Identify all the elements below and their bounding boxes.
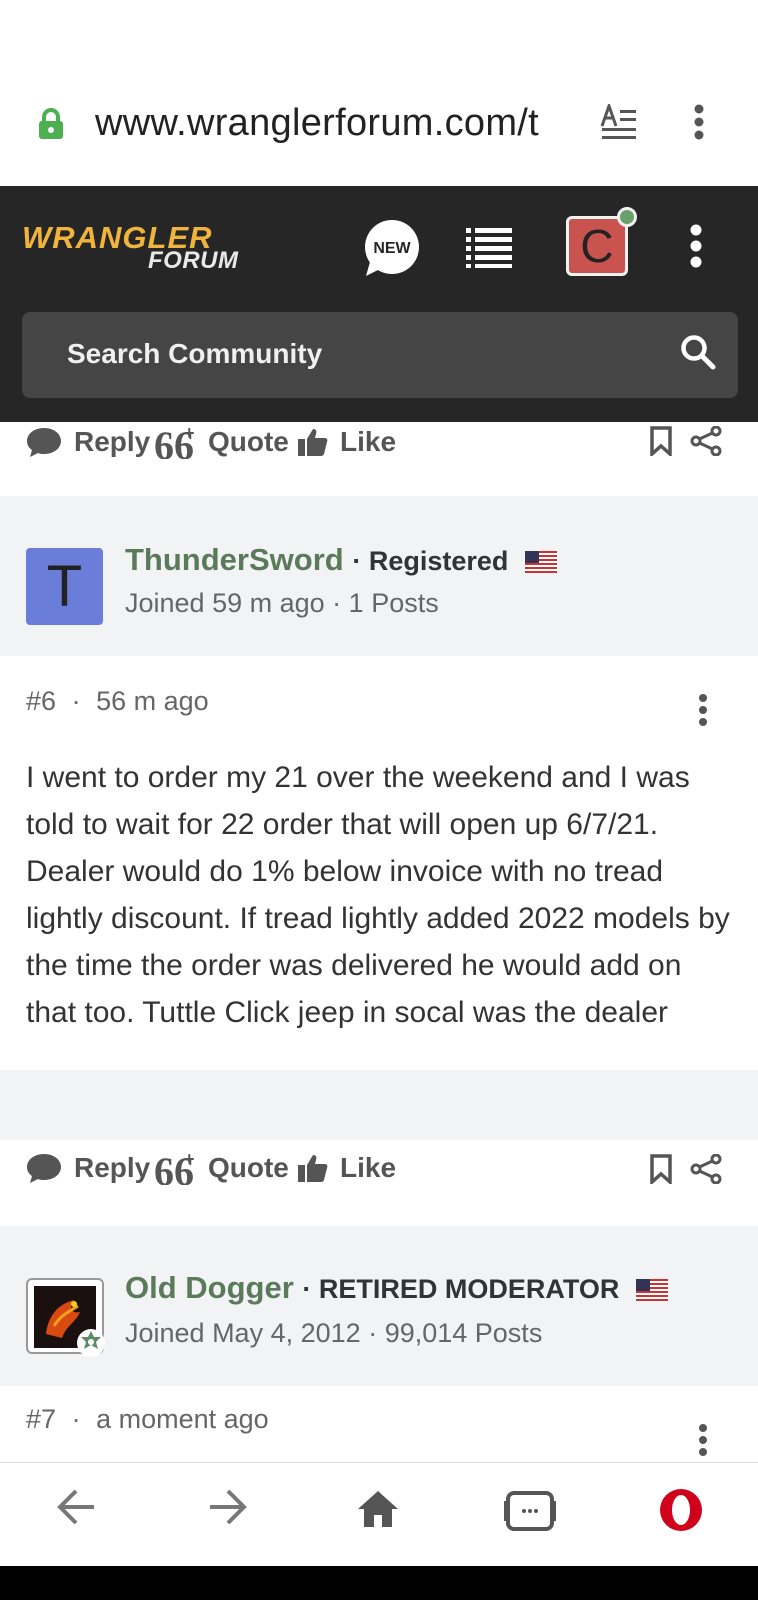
author-joined: Joined May 4, 2012 [125,1318,361,1348]
author-avatar[interactable] [26,1278,105,1357]
avatar-letter: C [580,220,614,272]
comment-icon [27,1154,61,1183]
post-time: 56 m ago [96,686,209,716]
post-meta: #7 · a moment ago [26,1404,269,1435]
comment-icon [27,428,61,457]
reader-mode-icon[interactable] [600,104,638,140]
reply-label: Reply [74,426,151,457]
header-menu-icon[interactable] [690,224,702,268]
like-label: Like [340,1152,397,1183]
post-menu-icon[interactable] [698,1424,708,1456]
post-card: #7 · a moment ago [0,1386,758,1462]
like-button[interactable]: Like [298,424,396,460]
thumbs-up-icon [298,1155,328,1182]
separator: · [71,686,81,716]
bookmark-icon[interactable] [650,426,672,456]
back-arrow-icon[interactable] [56,1489,96,1525]
author-avatar-letter: T [46,554,83,619]
post-actions: Reply 66 + Quote Like [0,1140,758,1226]
online-status-dot [617,207,637,227]
separator: · [332,588,342,618]
separator: · [71,1404,81,1434]
reply-label: Reply [74,1152,151,1183]
post-number[interactable]: #6 [26,686,56,716]
post-actions-prev: Reply 66 + Quote Like [0,422,758,496]
tabs-icon[interactable] [504,1489,556,1533]
post-meta: #6 · 56 m ago [26,686,209,717]
author-name[interactable]: Old Dogger [125,1270,294,1305]
post-number[interactable]: #7 [26,1404,56,1434]
lock-icon [39,108,63,139]
post-time: a moment ago [96,1404,269,1434]
new-posts-button[interactable]: NEW [364,220,420,276]
author-name-row: Old Dogger · RETIRED MODERATOR [125,1270,669,1306]
author-meta: Joined May 4, 2012 · 99,014 Posts [125,1318,542,1349]
search-icon[interactable] [680,334,716,370]
new-badge-label: NEW [373,240,411,257]
moderator-badge-icon [77,1329,105,1357]
author-role: Registered [368,546,509,576]
home-icon[interactable] [356,1489,400,1529]
search-placeholder: Search Community [67,338,323,369]
post-body: I went to order my 21 over the weekend a… [26,761,730,1029]
author-joined: Joined 59 m ago [125,588,325,618]
post-author-strip: Old Dogger · RETIRED MODERATOR Joined Ma… [0,1232,758,1384]
bookmark-icon[interactable] [650,1154,672,1184]
quote-icon: 66+ [154,425,195,459]
quote-label: Quote [208,426,289,457]
quote-label: Quote [208,1152,289,1183]
user-avatar-button[interactable]: C [566,207,637,276]
browser-url-bar[interactable]: www.wranglerforum.com/t [0,0,758,186]
separator: · [368,1318,378,1348]
author-post-count: 99,014 Posts [384,1318,543,1348]
post-card: #6 · 56 m ago I went to order my 21 over… [0,656,758,1070]
quote-button[interactable]: 66 + Quote [154,424,289,460]
like-label: Like [340,426,397,457]
logo-line2: FORUM [148,247,239,274]
quote-button[interactable]: 66 + Quote [154,1150,289,1186]
speech-bubble-icon: NEW [365,220,419,276]
svg-text:+: + [184,425,195,443]
us-flag-icon [636,1278,669,1301]
post-menu-icon[interactable] [698,694,708,726]
opera-menu-icon[interactable] [658,1487,704,1533]
browser-menu-icon[interactable] [694,104,704,140]
svg-text:+: + [184,1151,195,1169]
url-text[interactable]: www.wranglerforum.com/t [95,102,577,145]
browser-bottom-nav [0,1462,758,1566]
author-role: RETIRED MODERATOR [318,1274,620,1304]
separator: · [352,546,362,576]
reply-button[interactable]: Reply [26,424,150,460]
share-icon[interactable] [690,1154,722,1184]
thumbs-up-icon [298,429,328,456]
search-community-input[interactable]: Search Community [22,312,738,398]
list-icon[interactable] [466,226,512,268]
author-avatar[interactable]: T [26,548,103,625]
separator: · [302,1274,312,1304]
author-post-count: 1 Posts [348,588,439,618]
quote-icon: 66+ [154,1151,195,1185]
author-meta: Joined 59 m ago · 1 Posts [125,588,439,619]
us-flag-icon [525,550,558,573]
system-navigation-bar [0,1566,758,1600]
reply-button[interactable]: Reply [26,1150,150,1186]
like-button[interactable]: Like [298,1150,396,1186]
wrangler-forum-logo[interactable]: WRANGLER FORUM [22,222,238,273]
author-name-row: ThunderSword · Registered [125,542,558,578]
forward-arrow-icon[interactable] [208,1489,248,1525]
author-name[interactable]: ThunderSword [125,542,344,577]
forum-header: WRANGLER FORUM NEW C Search Community [0,186,758,422]
post-author-strip: T ThunderSword · Registered Joined 59 m … [0,502,758,654]
share-icon[interactable] [690,426,722,456]
